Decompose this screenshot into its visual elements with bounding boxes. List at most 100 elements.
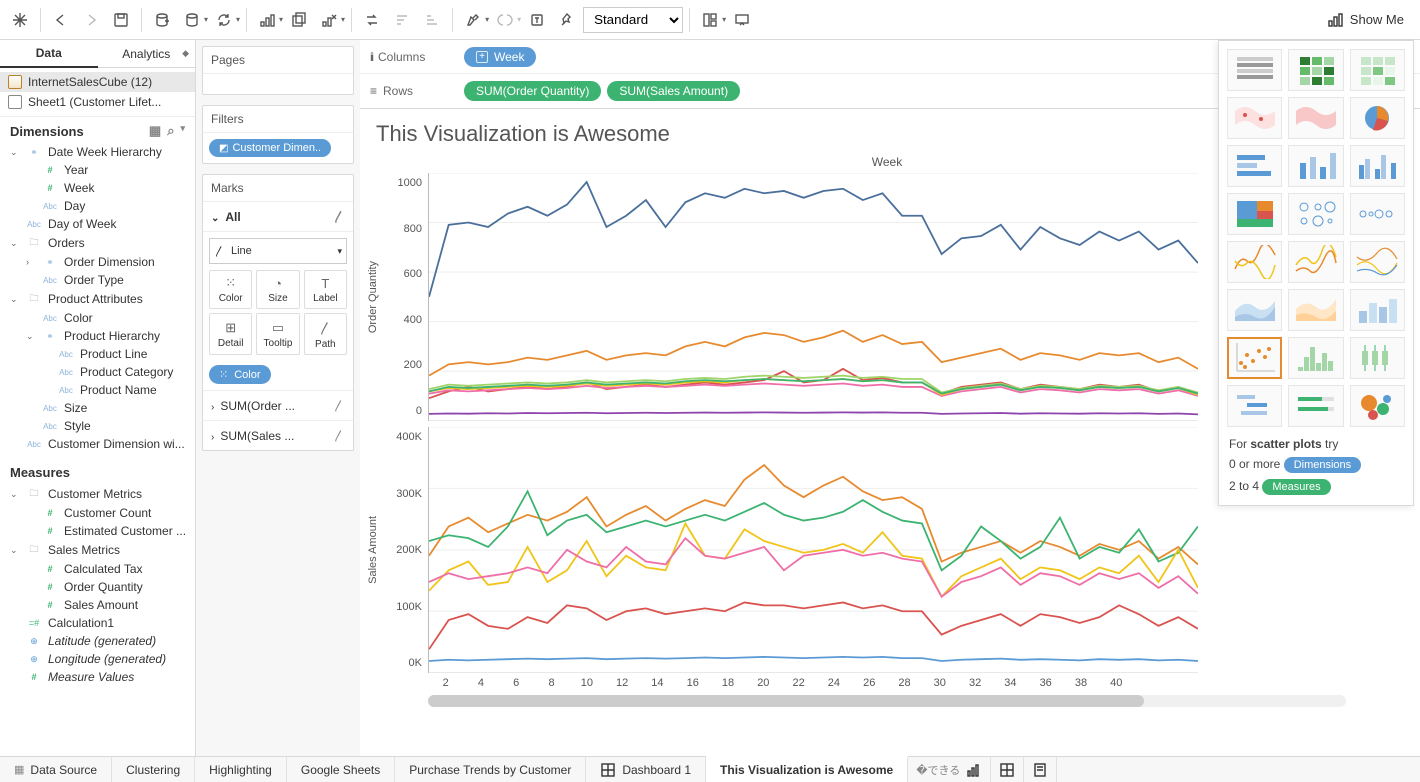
showme-hbar[interactable] (1227, 145, 1282, 187)
showme-side-circle[interactable] (1350, 193, 1405, 235)
field-week[interactable]: #Week (0, 179, 195, 197)
filter-pill[interactable]: ◩ Customer Dimen.. (209, 139, 331, 157)
showme-area[interactable] (1227, 289, 1282, 331)
showme-pie[interactable] (1350, 97, 1405, 139)
field-product-hierarchy[interactable]: ⌄⚭Product Hierarchy (0, 327, 195, 345)
data-tab[interactable]: Data (0, 40, 98, 68)
sheet-tab-this-visualization-is-awesome[interactable]: This Visualization is Awesome (706, 756, 908, 782)
field-orders[interactable]: ⌄🗀Orders (0, 233, 195, 253)
marks-all-row[interactable]: ⌄All 〳 (203, 202, 353, 232)
plot-area[interactable] (428, 173, 1198, 421)
field-customer-dimension-wi-[interactable]: AbcCustomer Dimension wi... (0, 435, 195, 453)
field-measure-values[interactable]: #Measure Values (0, 668, 195, 686)
sort-asc-button[interactable] (388, 6, 416, 34)
datasource-item[interactable]: Sheet1 (Customer Lifet... (0, 92, 195, 112)
showme-circle[interactable] (1288, 193, 1343, 235)
showme-discrete-area[interactable] (1350, 289, 1405, 331)
showme-box[interactable] (1350, 337, 1405, 379)
series-other[interactable] (429, 657, 1198, 661)
new-dashboard-tab-button[interactable] (991, 757, 1024, 782)
series-accessories[interactable] (429, 331, 1198, 376)
fit-dropdown[interactable]: Standard (583, 7, 683, 33)
search-icon[interactable]: ⌕ (167, 123, 174, 139)
menu-caret-icon[interactable]: ▾ (180, 123, 185, 139)
show-cards-combo[interactable]: ▾ (696, 6, 726, 34)
field-product-name[interactable]: AbcProduct Name (0, 381, 195, 399)
marks-label-button[interactable]: TLabel (304, 270, 347, 309)
series-components[interactable] (429, 538, 1198, 597)
pages-shelf[interactable] (203, 74, 353, 94)
field-color[interactable]: AbcColor (0, 309, 195, 327)
showme-histogram[interactable] (1288, 337, 1343, 379)
showme-bubble[interactable] (1350, 385, 1405, 427)
new-worksheet-combo[interactable]: ▾ (253, 6, 283, 34)
field-customer-metrics[interactable]: ⌄🗀Customer Metrics (0, 484, 195, 504)
series-road[interactable] (429, 491, 1198, 570)
sheet-tab-highlighting[interactable]: Highlighting (195, 757, 287, 782)
field-calculation1[interactable]: =#Calculation1 (0, 614, 195, 632)
marks-color-pill[interactable]: ⁙ Color (209, 365, 271, 384)
clear-sheet-combo[interactable]: ▾ (315, 6, 345, 34)
showme-filled-map[interactable] (1288, 97, 1343, 139)
field-style[interactable]: AbcStyle (0, 417, 195, 435)
duplicate-sheet-button[interactable] (285, 6, 313, 34)
showme-treemap[interactable] (1227, 193, 1282, 235)
rows-pill-sales-amount[interactable]: SUM(Sales Amount) (607, 81, 740, 101)
field-estimated-customer-[interactable]: #Estimated Customer ... (0, 522, 195, 540)
marks-size-button[interactable]: ◔Size (256, 270, 299, 309)
field-order-dimension[interactable]: ›⚭Order Dimension (0, 253, 195, 271)
showme-symbol-map[interactable] (1227, 97, 1282, 139)
analytics-tab[interactable]: Analytics◆ (98, 40, 196, 68)
showme-side-bar[interactable] (1350, 145, 1405, 187)
field-latitude-generated-[interactable]: ⊕Latitude (generated) (0, 632, 195, 650)
horizontal-scrollbar[interactable] (428, 695, 1346, 707)
plot-area[interactable] (428, 427, 1198, 673)
marks-tooltip-button[interactable]: ▭Tooltip (256, 313, 299, 355)
marks-color-button[interactable]: ⁙Color (209, 270, 252, 309)
field-calculated-tax[interactable]: #Calculated Tax (0, 560, 195, 578)
swap-button[interactable] (358, 6, 386, 34)
field-order-quantity[interactable]: #Order Quantity (0, 578, 195, 596)
text-label-button[interactable] (523, 6, 551, 34)
marks-detail-button[interactable]: ⊞Detail (209, 313, 252, 355)
scrollbar-thumb[interactable] (428, 695, 1144, 707)
show-me-toggle[interactable]: Show Me (1318, 6, 1414, 34)
series-touring[interactable] (429, 523, 1198, 596)
save-button[interactable] (107, 6, 135, 34)
field-product-attributes[interactable]: ⌄🗀Product Attributes (0, 289, 195, 309)
showme-table[interactable] (1227, 49, 1282, 91)
sort-desc-button[interactable] (418, 6, 446, 34)
series-bikes[interactable] (429, 602, 1198, 649)
sheet-tab-clustering[interactable]: Clustering (112, 757, 195, 782)
view-as-icon[interactable]: ▦ (149, 123, 161, 139)
field-product-line[interactable]: AbcProduct Line (0, 345, 195, 363)
field-year[interactable]: #Year (0, 161, 195, 179)
field-day[interactable]: AbcDay (0, 197, 195, 215)
showme-highlight[interactable] (1350, 49, 1405, 91)
showme-line[interactable] (1227, 241, 1282, 283)
field-customer-count[interactable]: #Customer Count (0, 504, 195, 522)
sheet-tab-google-sheets[interactable]: Google Sheets (287, 757, 395, 782)
showme-gantt[interactable] (1227, 385, 1282, 427)
pin-button[interactable] (553, 6, 581, 34)
showme-dual-area[interactable] (1288, 289, 1343, 331)
showme-scatter[interactable] (1227, 337, 1282, 379)
series-all[interactable] (429, 182, 1198, 297)
highlight-combo[interactable]: ▾ (459, 6, 489, 34)
filters-shelf[interactable]: ◩ Customer Dimen.. (203, 133, 353, 163)
showme-multi-line[interactable] (1350, 241, 1405, 283)
field-date-week-hierarchy[interactable]: ⌄⚭Date Week Hierarchy (0, 143, 195, 161)
pause-updates-combo[interactable]: ▾ (178, 6, 208, 34)
data-source-tab[interactable]: ▦Data Source (0, 757, 112, 782)
field-size[interactable]: AbcSize (0, 399, 195, 417)
new-story-tab-button[interactable] (1024, 757, 1057, 782)
field-sales-metrics[interactable]: ⌄🗀Sales Metrics (0, 540, 195, 560)
field-order-type[interactable]: AbcOrder Type (0, 271, 195, 289)
field-sales-amount[interactable]: #Sales Amount (0, 596, 195, 614)
marks-path-button[interactable]: 〳Path (304, 313, 347, 355)
columns-pill-week[interactable]: +Week (464, 47, 536, 67)
marks-sub-sales[interactable]: ›SUM(Sales ...〳 (203, 420, 353, 450)
showme-heatmap[interactable] (1288, 49, 1343, 91)
rows-pill-order-quantity[interactable]: SUM(Order Quantity) (464, 81, 601, 101)
redo-button[interactable] (77, 6, 105, 34)
